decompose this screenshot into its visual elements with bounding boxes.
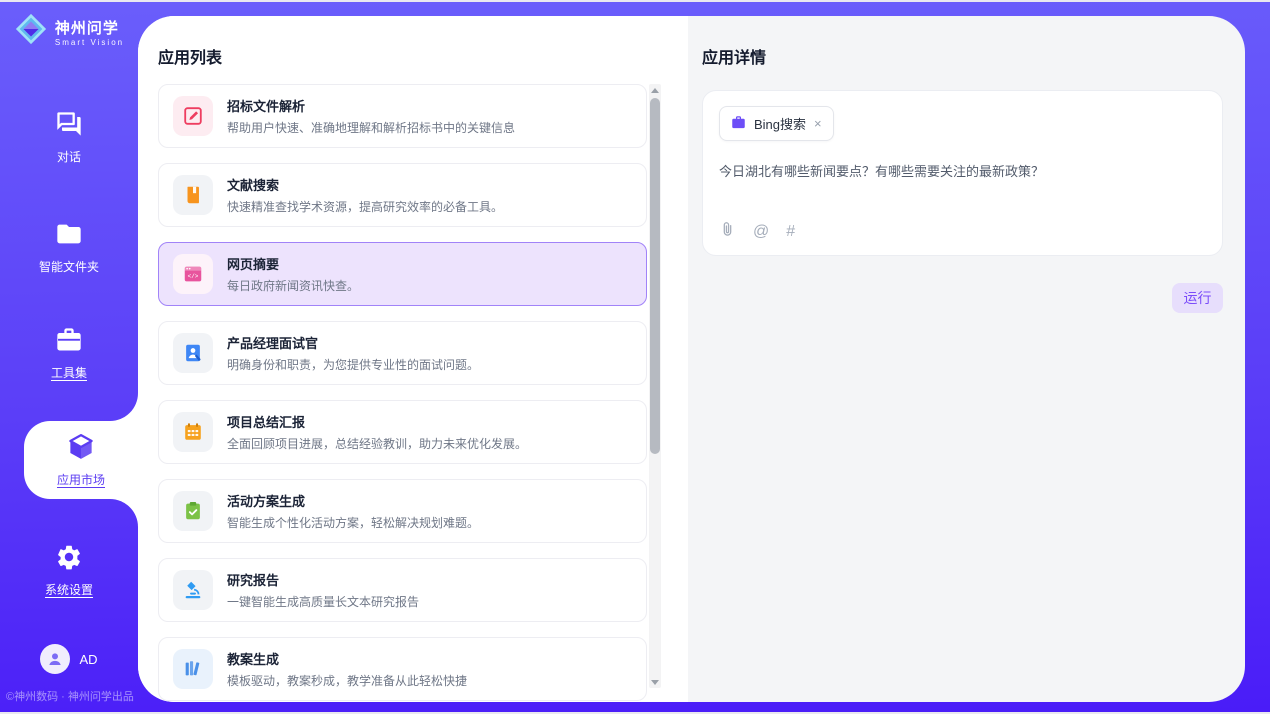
app-card-title: 网页摘要 [227, 254, 359, 273]
activity-clipboard-icon [173, 491, 213, 531]
query-text[interactable]: 今日湖北有哪些新闻要点？有哪些需要关注的最新政策？ [719, 161, 1206, 180]
sidebar-item-chat[interactable]: 对话 [0, 110, 138, 165]
sidebar-item-label: 工具集 [51, 364, 87, 381]
gear-icon [55, 543, 83, 574]
folder-icon [55, 220, 83, 251]
app-list-title: 应用列表 [158, 44, 222, 68]
diamond-logo-icon [14, 12, 48, 51]
cube-icon [66, 432, 96, 465]
scroll-up-arrow-icon[interactable] [649, 84, 661, 96]
chat-icon [55, 110, 83, 141]
app-card-title: 产品经理面试官 [227, 333, 479, 352]
composer-toolbar: @ # [719, 221, 795, 243]
sidebar-item-settings[interactable]: 系统设置 [0, 543, 138, 598]
app-card-description: 快速精准查找学术资源，提高研究效率的必备工具。 [227, 198, 503, 215]
bid-edit-icon [173, 96, 213, 136]
sidebar-item-label: 智能文件夹 [39, 258, 99, 275]
app-card-title: 教案生成 [227, 649, 467, 668]
toolbox-icon [55, 326, 83, 357]
hashtag-icon[interactable]: # [786, 223, 795, 241]
app-card-title: 项目总结汇报 [227, 412, 527, 431]
briefcase-icon [731, 115, 746, 133]
app-card-description: 一键智能生成高质量长文本研究报告 [227, 593, 419, 610]
app-detail-panel: 应用详情 Bing搜索 × 今日湖北有哪些新闻要点？有哪些需要关注的最新政策？ [688, 16, 1245, 702]
app-card-pm-interviewer[interactable]: 产品经理面试官 明确身份和职责，为您提供专业性的面试问题。 [158, 321, 647, 385]
user-initials: AD [79, 652, 97, 667]
report-calendar-icon [173, 412, 213, 452]
run-button[interactable]: 运行 [1172, 283, 1223, 313]
app-frame: 神州问学 Smart Vision 对话 智能文件夹 [0, 2, 1270, 712]
sidebar: 神州问学 Smart Vision 对话 智能文件夹 [0, 2, 138, 712]
app-detail-title: 应用详情 [702, 44, 1223, 68]
tool-tag-bing-search[interactable]: Bing搜索 × [719, 106, 834, 141]
app-card-title: 文献搜索 [227, 175, 503, 194]
sidebar-item-label: 应用市场 [57, 471, 105, 488]
sidebar-item-app-market[interactable]: 应用市场 [24, 421, 138, 499]
user-account[interactable]: AD [0, 644, 138, 674]
app-card-research-report[interactable]: 研究报告 一键智能生成高质量长文本研究报告 [158, 558, 647, 622]
app-card-description: 明确身份和职责，为您提供专业性的面试问题。 [227, 356, 479, 373]
brand-logo: 神州问学 Smart Vision [0, 12, 138, 51]
scroll-down-arrow-icon[interactable] [649, 676, 661, 688]
app-list-panel: 应用列表 招标文件解析 帮助用户快速、准确地理解和解析招标书中的关键信息 [138, 16, 688, 702]
app-card-description: 帮助用户快速、准确地理解和解析招标书中的关键信息 [227, 119, 515, 136]
prompt-card[interactable]: Bing搜索 × 今日湖北有哪些新闻要点？有哪些需要关注的最新政策？ @ # [702, 90, 1223, 256]
app-card-webpage-summary[interactable]: </> 网页摘要 每日政府新闻资讯快查。 [158, 242, 647, 306]
webpage-icon: </> [173, 254, 213, 294]
tool-tag-label: Bing搜索 [754, 114, 806, 133]
mention-icon[interactable]: @ [753, 223, 769, 241]
brand-subtitle: Smart Vision [55, 38, 124, 47]
copyright-text: ©神州数码 · 神州问学出品 [6, 688, 134, 704]
tag-close-icon[interactable]: × [814, 117, 822, 130]
app-card-title: 活动方案生成 [227, 491, 479, 510]
list-scrollbar[interactable] [649, 84, 661, 688]
sidebar-item-label: 系统设置 [45, 581, 93, 598]
app-card-description: 全面回顾项目进展，总结经验教训，助力未来优化发展。 [227, 435, 527, 452]
content-area: 应用列表 招标文件解析 帮助用户快速、准确地理解和解析招标书中的关键信息 [138, 16, 1245, 702]
app-card-description: 每日政府新闻资讯快查。 [227, 277, 359, 294]
interviewer-icon [173, 333, 213, 373]
literature-book-icon [173, 175, 213, 215]
app-card-title: 招标文件解析 [227, 96, 515, 115]
lesson-books-icon [173, 649, 213, 689]
research-microscope-icon [173, 570, 213, 610]
app-card-activity-plan[interactable]: 活动方案生成 智能生成个性化活动方案，轻松解决规划难题。 [158, 479, 647, 543]
app-card-literature-search[interactable]: 文献搜索 快速精准查找学术资源，提高研究效率的必备工具。 [158, 163, 647, 227]
app-card-list: 招标文件解析 帮助用户快速、准确地理解和解析招标书中的关键信息 文献搜索 快速精… [158, 84, 647, 702]
paperclip-icon[interactable] [719, 221, 736, 243]
sidebar-item-smart-folder[interactable]: 智能文件夹 [0, 220, 138, 275]
app-card-lesson-plan[interactable]: 教案生成 模板驱动，教案秒成，教学准备从此轻松快捷 [158, 637, 647, 701]
app-card-description: 智能生成个性化活动方案，轻松解决规划难题。 [227, 514, 479, 531]
sidebar-item-label: 对话 [57, 148, 81, 165]
app-card-title: 研究报告 [227, 570, 419, 589]
brand-name: 神州问学 [55, 17, 124, 38]
scrollbar-thumb[interactable] [650, 98, 660, 454]
app-card-bid-analysis[interactable]: 招标文件解析 帮助用户快速、准确地理解和解析招标书中的关键信息 [158, 84, 647, 148]
app-card-description: 模板驱动，教案秒成，教学准备从此轻松快捷 [227, 672, 467, 689]
app-card-project-summary[interactable]: 项目总结汇报 全面回顾项目进展，总结经验教训，助力未来优化发展。 [158, 400, 647, 464]
svg-text:</>: </> [188, 273, 199, 280]
avatar [40, 644, 70, 674]
